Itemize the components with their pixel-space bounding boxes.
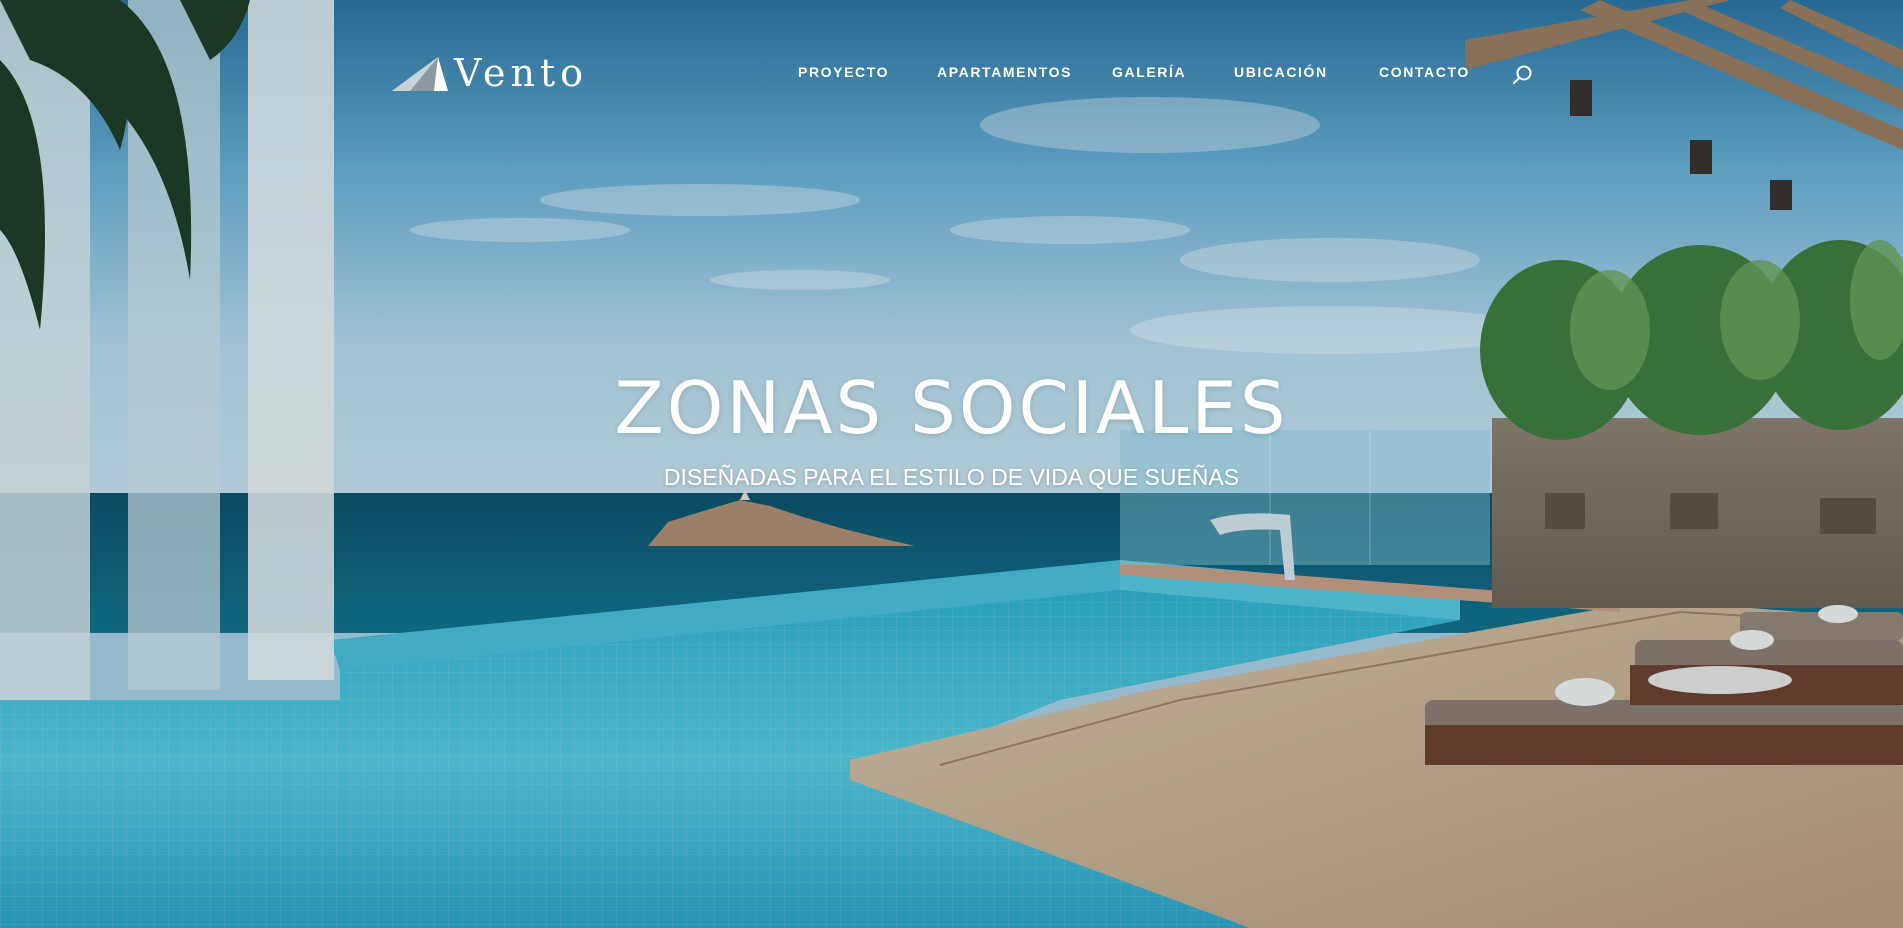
brand-name: Vento	[454, 51, 589, 95]
search-button[interactable]	[1510, 63, 1536, 89]
nav-item-proyecto[interactable]: PROYECTO	[798, 64, 889, 80]
hero-subtitle: DISEÑADAS PARA EL ESTILO DE VIDA QUE SUE…	[663, 464, 1240, 490]
search-icon	[1512, 65, 1532, 84]
hero-title: ZONAS SOCIALES	[614, 366, 1289, 450]
hero-section: Vento PROYECTO APARTAMENTOS GALERÍA UBIC…	[0, 0, 1903, 928]
nav-item-apartamentos[interactable]: APARTAMENTOS	[937, 64, 1072, 80]
brand-logo[interactable]: Vento	[390, 52, 588, 94]
site-header: Vento PROYECTO APARTAMENTOS GALERÍA UBIC…	[0, 0, 1903, 150]
nav-item-ubicacion[interactable]: UBICACIÓN	[1234, 64, 1328, 80]
triangle-mark-icon	[392, 57, 448, 91]
nav-item-galeria[interactable]: GALERÍA	[1112, 64, 1186, 80]
nav-item-contacto[interactable]: CONTACTO	[1379, 64, 1470, 80]
